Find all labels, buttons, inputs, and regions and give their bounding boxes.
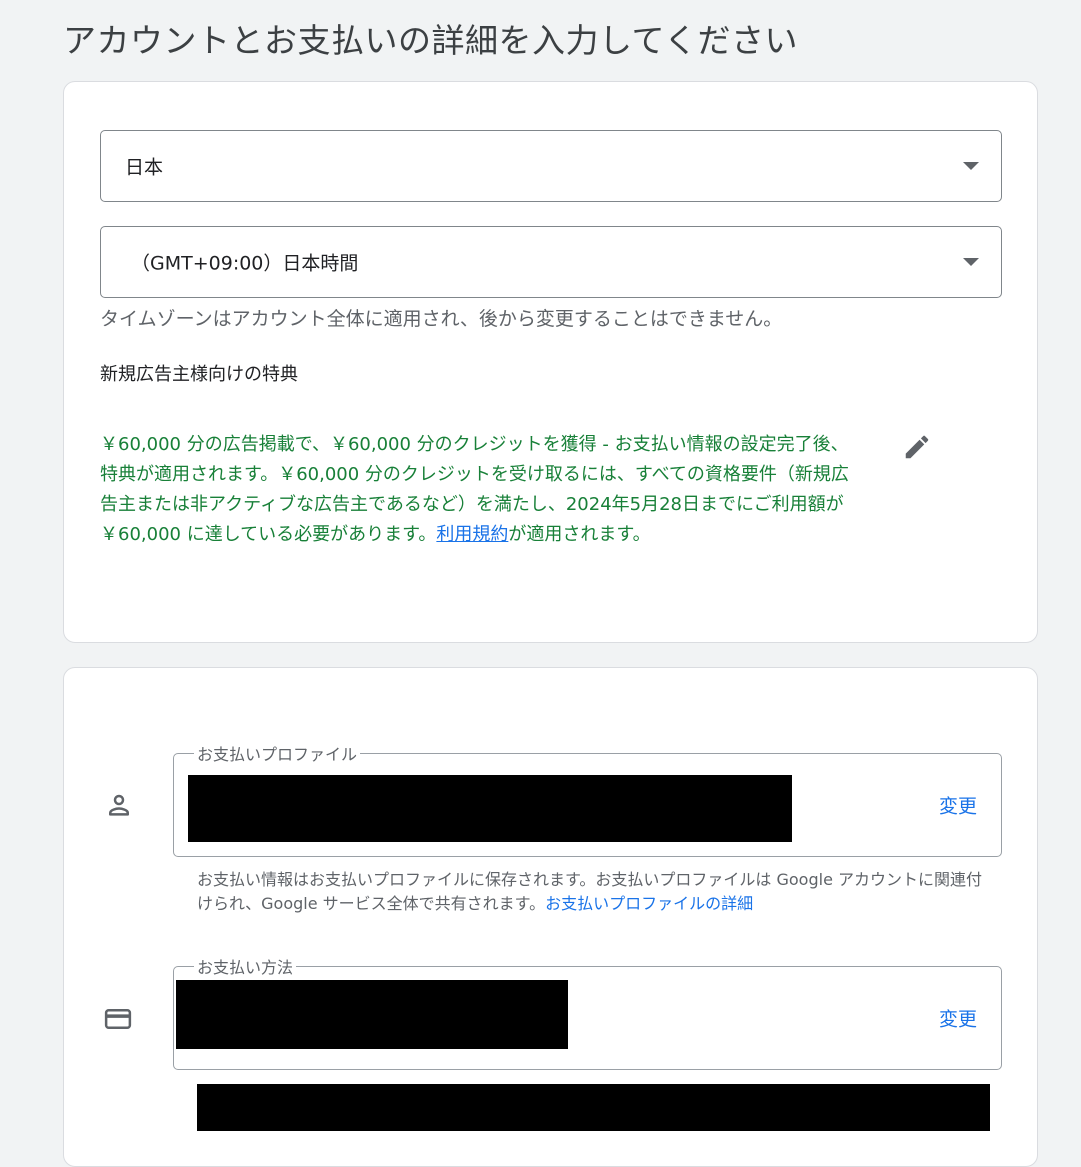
country-select[interactable]: 日本 xyxy=(100,130,1002,202)
account-details-card: 日本 （GMT+09:00）日本時間 タイムゾーンはアカウント全体に適用され、後… xyxy=(63,81,1038,643)
country-select-value: 日本 xyxy=(125,156,164,179)
billing-profile-note: お支払い情報はお支払いプロファイルに保存されます。お支払いプロファイルは Goo… xyxy=(197,868,997,916)
redacted-profile-info xyxy=(188,775,792,842)
billing-card: お支払いプロファイル 変更 お支払い情報はお支払いプロファイルに保存されます。お… xyxy=(63,667,1038,1167)
change-profile-button[interactable]: 変更 xyxy=(939,792,977,819)
page-title: アカウントとお支払いの詳細を入力してください xyxy=(63,21,799,60)
billing-profile-field: お支払いプロファイル 変更 xyxy=(173,741,1002,857)
timezone-select-value: （GMT+09:00）日本時間 xyxy=(131,252,359,275)
pencil-icon[interactable] xyxy=(902,432,932,462)
redacted-payment-method xyxy=(176,980,568,1049)
redacted-content xyxy=(197,1084,990,1131)
timezone-select[interactable]: （GMT+09:00）日本時間 xyxy=(100,226,1002,298)
terms-link[interactable]: 利用規約 xyxy=(436,524,508,545)
dropdown-arrow-icon xyxy=(963,162,979,170)
timezone-hint: タイムゾーンはアカウント全体に適用され、後から変更することはできません。 xyxy=(100,308,783,330)
person-icon xyxy=(104,790,134,820)
promo-text-suffix: が適用されます。 xyxy=(508,524,651,545)
change-payment-method-button[interactable]: 変更 xyxy=(939,1005,977,1032)
payment-method-field: お支払い方法 変更 xyxy=(173,954,1002,1070)
promo-heading: 新規広告主様向けの特典 xyxy=(100,364,298,385)
billing-profile-label: お支払いプロファイル xyxy=(194,741,361,765)
promo-description: ￥60,000 分の広告掲載で、￥60,000 分のクレジットを獲得 - お支払… xyxy=(100,430,865,550)
credit-card-icon xyxy=(102,1004,132,1034)
payment-method-label: お支払い方法 xyxy=(194,954,297,978)
dropdown-arrow-icon xyxy=(963,258,979,266)
billing-profile-details-link[interactable]: お支払いプロファイルの詳細 xyxy=(545,894,753,913)
